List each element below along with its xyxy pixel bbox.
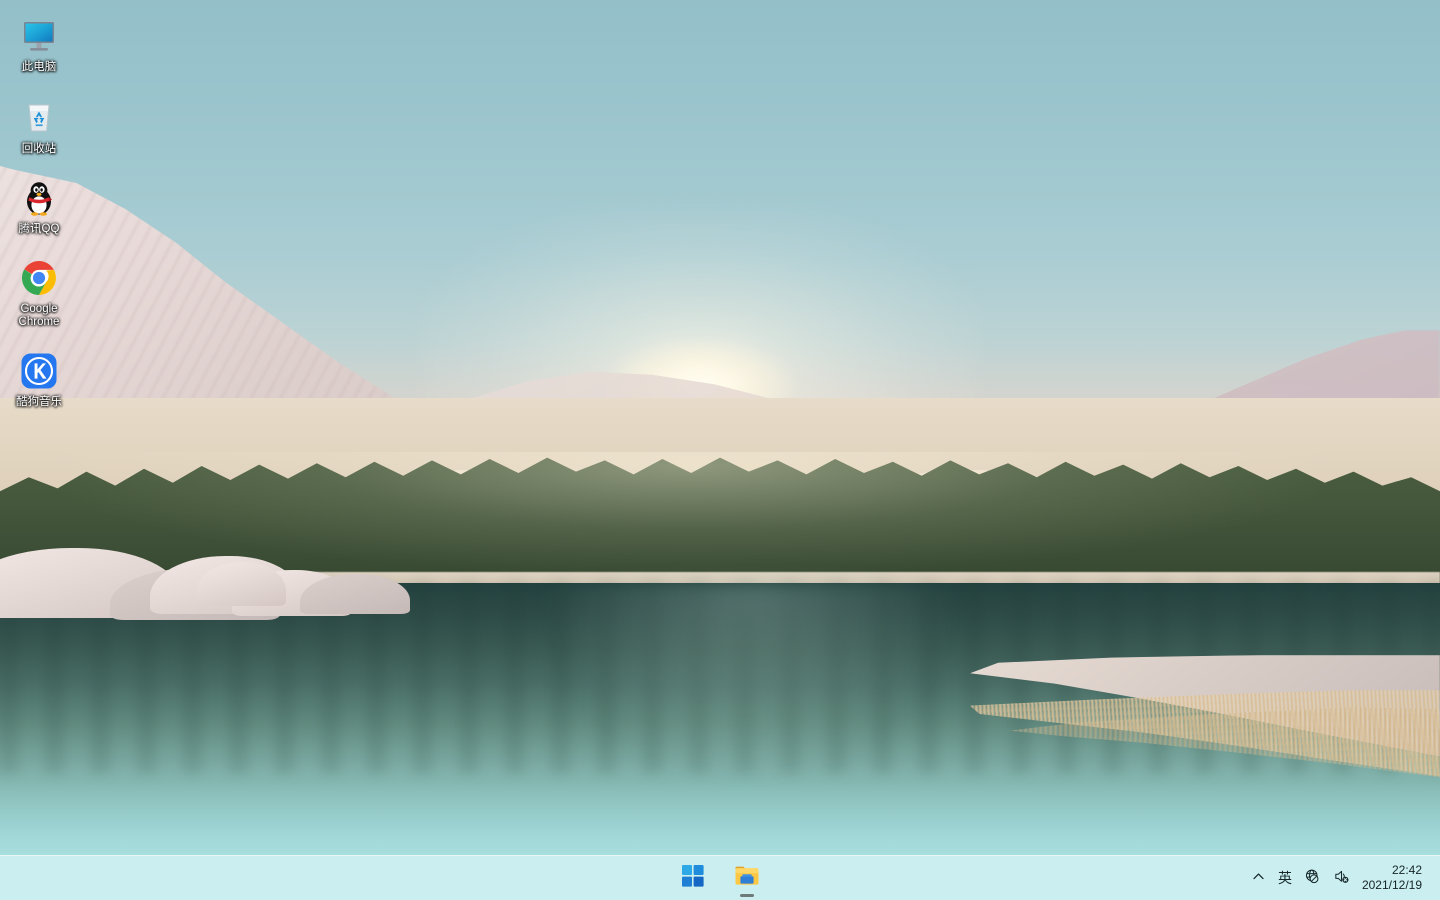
desktop-icon-google-chrome[interactable]: Google Chrome <box>0 250 78 333</box>
ime-language-icon: 英 <box>1277 870 1292 886</box>
windows-start-icon <box>682 864 704 892</box>
volume-button[interactable] <box>1327 859 1356 897</box>
desktop-icon-label: 回收站 <box>21 143 57 155</box>
desktop-icon-label: Google Chrome <box>18 303 60 328</box>
clock-date: 2021/12/19 <box>1361 878 1422 892</box>
system-tray: 英 22:42 2021/12/19 <box>1246 856 1440 900</box>
desktop-icon-recycle-bin[interactable]: 回收站 <box>0 90 78 160</box>
desktop-icon-this-pc[interactable]: 此电脑 <box>0 8 78 78</box>
globe-no-internet-icon <box>1304 868 1321 888</box>
this-pc-monitor-icon <box>17 14 61 58</box>
recycle-bin-icon <box>17 96 61 140</box>
desktop-icon-kugou-music[interactable]: 酷狗音乐 <box>0 343 78 413</box>
taskbar-center-group: 开始 文件资源管理器 <box>0 856 1440 900</box>
file-explorer-button[interactable]: 文件资源管理器 <box>727 858 767 898</box>
desktop-icon-grid: 此电脑 回收站 腾讯QQ Google Chrome 酷狗音乐 <box>0 0 90 417</box>
tencent-qq-penguin-icon <box>17 176 61 220</box>
desktop-icon-label: 腾讯QQ <box>18 223 60 235</box>
wallpaper-spit-layer <box>0 0 1440 855</box>
desktop-icon-label: 酷狗音乐 <box>16 396 62 408</box>
file-explorer-icon <box>734 864 760 893</box>
google-chrome-icon <box>17 256 61 300</box>
desktop-wallpaper[interactable] <box>0 0 1440 855</box>
network-button[interactable] <box>1298 859 1327 897</box>
show-hidden-icons-button[interactable] <box>1246 859 1272 897</box>
file-explorer-active-indicator <box>740 894 754 897</box>
clock-time: 22:42 <box>1391 863 1422 877</box>
chevron-up-icon <box>1252 870 1265 886</box>
taskbar: 开始 文件资源管理器 <box>0 855 1440 900</box>
kugou-music-icon <box>17 349 61 393</box>
desktop-icon-tencent-qq[interactable]: 腾讯QQ <box>0 170 78 240</box>
start-button[interactable]: 开始 <box>673 858 713 898</box>
desktop-icon-label: 此电脑 <box>21 61 57 73</box>
clock[interactable]: 22:42 2021/12/19 <box>1356 859 1432 897</box>
input-method-button[interactable]: 英 <box>1272 859 1298 897</box>
speaker-muted-icon <box>1333 868 1350 888</box>
